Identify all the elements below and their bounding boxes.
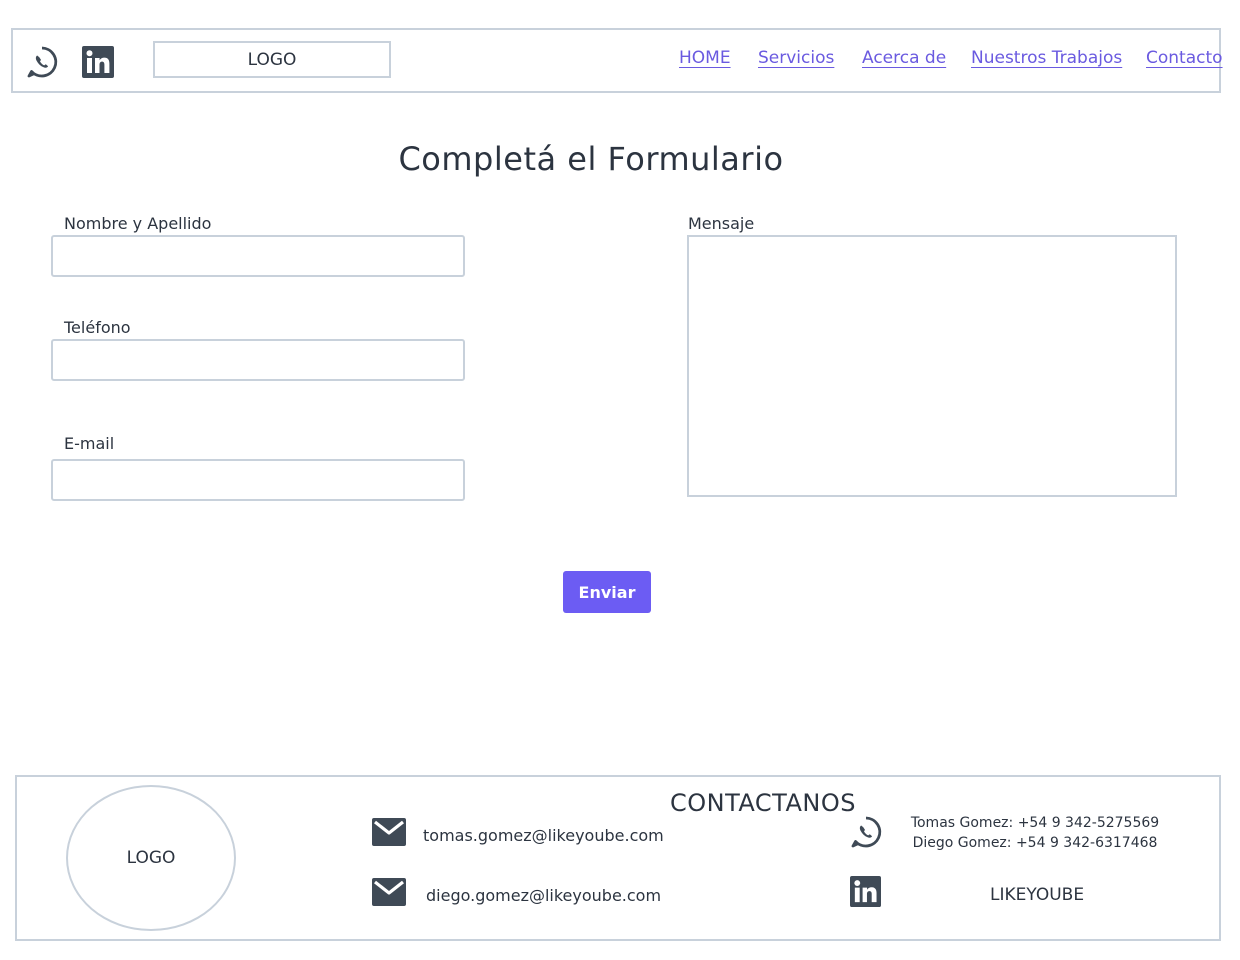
footer-email-1[interactable]: tomas.gomez@likeyoube.com bbox=[423, 826, 664, 845]
mail-icon bbox=[372, 818, 406, 846]
linkedin-icon[interactable] bbox=[82, 46, 114, 78]
name-label: Nombre y Apellido bbox=[64, 214, 212, 233]
footer-phone-1: Tomas Gomez: +54 9 342-5275569 bbox=[910, 815, 1160, 831]
phone-field[interactable] bbox=[51, 339, 465, 381]
name-field[interactable] bbox=[51, 235, 465, 277]
whatsapp-icon[interactable] bbox=[25, 45, 59, 79]
nav-acerca-de[interactable]: Acerca de bbox=[862, 48, 946, 68]
email-label: E-mail bbox=[64, 434, 115, 453]
nav-nuestros-trabajos[interactable]: Nuestros Trabajos bbox=[971, 48, 1122, 68]
submit-button[interactable]: Enviar bbox=[563, 571, 651, 613]
nav-contacto[interactable]: Contacto bbox=[1146, 48, 1223, 68]
footer-email-2[interactable]: diego.gomez@likeyoube.com bbox=[426, 886, 661, 905]
message-field[interactable] bbox=[687, 235, 1177, 497]
footer-phone-2: Diego Gomez: +54 9 342-6317468 bbox=[912, 835, 1158, 851]
footer-logo-label: LOGO bbox=[126, 848, 176, 868]
footer-logo: LOGO bbox=[66, 785, 236, 931]
nav-servicios[interactable]: Servicios bbox=[758, 48, 834, 68]
whatsapp-icon[interactable] bbox=[849, 815, 883, 849]
nav-home[interactable]: HOME bbox=[679, 48, 731, 68]
page-title: Completá el Formulario bbox=[398, 140, 784, 178]
footer-brand[interactable]: LIKEYOUBE bbox=[990, 885, 1084, 905]
email-field[interactable] bbox=[51, 459, 465, 501]
header-logo: LOGO bbox=[153, 41, 391, 78]
phone-label: Teléfono bbox=[64, 318, 131, 337]
footer-phones: Tomas Gomez: +54 9 342-5275569 Diego Gom… bbox=[905, 813, 1165, 853]
message-label: Mensaje bbox=[688, 214, 755, 233]
linkedin-icon[interactable] bbox=[850, 876, 881, 907]
footer-title: CONTACTANOS bbox=[670, 789, 856, 817]
mail-icon bbox=[372, 878, 406, 906]
header-logo-label: LOGO bbox=[247, 49, 297, 70]
